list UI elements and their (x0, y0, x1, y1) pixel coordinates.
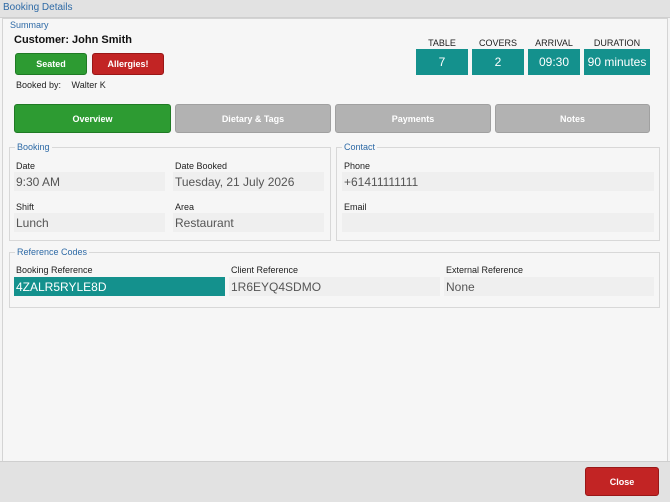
covers-value: 2 (472, 49, 524, 75)
tab-notes[interactable]: Notes (495, 104, 650, 133)
tab-payments[interactable]: Payments (335, 104, 491, 133)
arrival-header: ARRIVAL (535, 38, 573, 48)
client-reference-label: Client Reference (231, 265, 299, 275)
summary-label: Summary (10, 20, 49, 30)
booked-by: Booked by: Walter K (16, 80, 106, 90)
duration-header: DURATION (593, 38, 641, 48)
date-field[interactable]: 9:30 AM (14, 172, 165, 191)
external-reference-label: External Reference (446, 265, 524, 275)
seated-button[interactable]: Seated (15, 53, 87, 75)
shift-label: Shift (16, 202, 35, 212)
booking-reference-field[interactable]: 4ZALR5RYLE8D (14, 277, 225, 296)
booked-by-value: Walter K (71, 80, 106, 90)
date-booked-field[interactable]: Tuesday, 21 July 2026 (173, 172, 324, 191)
table-value: 7 (416, 49, 468, 75)
arrival-value: 09:30 (528, 49, 580, 75)
tab-overview[interactable]: Overview (14, 104, 171, 133)
area-field[interactable]: Restaurant (173, 213, 324, 232)
table-header: TABLE (428, 38, 456, 48)
booked-by-label: Booked by: (16, 80, 62, 90)
area-label: Area (175, 202, 195, 212)
covers-header: COVERS (478, 38, 517, 48)
reference-section-label: Reference Codes (15, 247, 90, 257)
title-bar: Booking Details (0, 0, 670, 18)
customer-name: Customer: John Smith (14, 34, 132, 46)
tab-dietary-tags[interactable]: Dietary & Tags (175, 104, 331, 133)
phone-field[interactable]: +61411111111 (342, 172, 654, 191)
external-reference-field[interactable]: None (444, 277, 654, 296)
booking-reference-label: Booking Reference (16, 265, 93, 275)
footer-bar (0, 461, 670, 502)
date-label: Date (16, 161, 36, 171)
duration-value: 90 minutes (584, 49, 650, 75)
phone-label: Phone (344, 161, 371, 171)
allergies-button[interactable]: Allergies! (92, 53, 164, 75)
close-button[interactable]: Close (585, 467, 659, 496)
client-reference-field[interactable]: 1R6EYQ4SDMO (229, 277, 440, 296)
email-field[interactable] (342, 213, 654, 232)
window-title: Booking Details (3, 2, 73, 13)
date-booked-label: Date Booked (175, 161, 228, 171)
shift-field[interactable]: Lunch (14, 213, 165, 232)
booking-section-label: Booking (15, 142, 52, 152)
email-label: Email (344, 202, 367, 212)
contact-section-label: Contact (342, 142, 378, 152)
